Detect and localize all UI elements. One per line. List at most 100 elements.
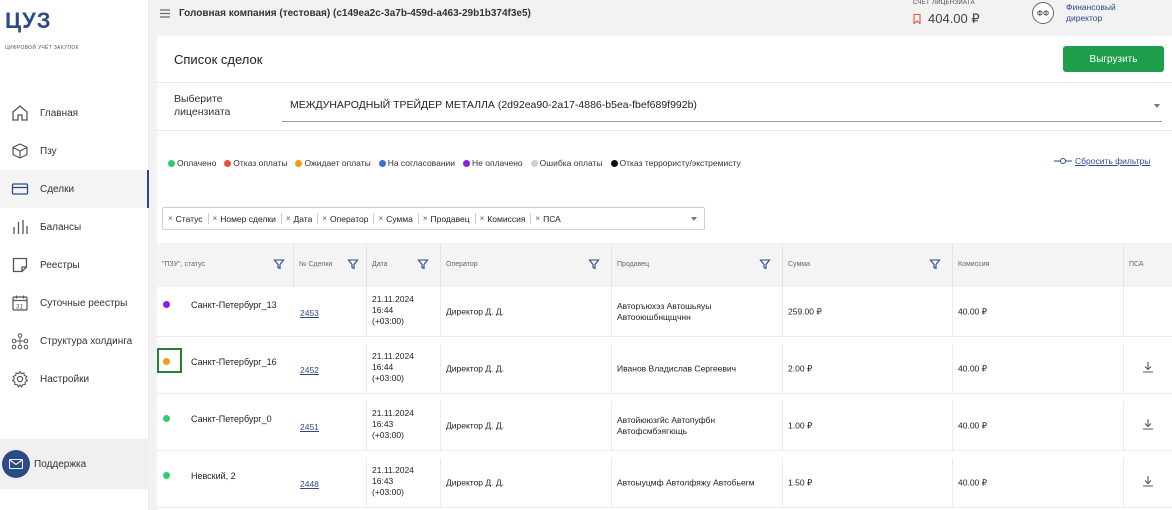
column-chip-label: Комиссия [487,213,526,224]
column-chip[interactable]: × ПСА [535,214,560,224]
legend-label: Ожидает оплаты [304,158,371,168]
filter-icon[interactable] [929,258,941,270]
remove-icon[interactable]: × [322,214,327,223]
deal-date: 21.11.2024 [372,351,414,361]
seller-name: Иванов Владислав Сергеевич [617,363,737,374]
commission-cell: 40.00 ₽ [953,344,1124,394]
remove-icon[interactable]: × [535,214,540,223]
table-row[interactable]: Санкт-Петербург_13 2453 21.11.2024 16:44(… [157,287,1172,337]
support-button[interactable]: Поддержка [0,439,149,489]
pzu-name: Санкт-Петербург_0 [191,414,272,424]
sidebar-item-home[interactable]: Главная [0,94,149,132]
sidebar-item-settings[interactable]: Настройки [0,360,149,398]
seller-name: Авторъюхэз Автошьяуы Автооюшбнщщчнн [617,301,712,322]
remove-icon[interactable]: × [423,214,428,223]
main-panel: Список сделок Выгрузить Выберите лицензи… [157,36,1172,510]
export-button[interactable]: Выгрузить [1063,46,1164,72]
sidebar-item-holding-structure[interactable]: Структура холдинга [0,322,149,360]
download-icon[interactable] [1142,418,1154,430]
sidebar-item-label: Реестры [40,259,80,271]
deal-date: 21.11.2024 [372,294,414,304]
legend-payment-refused[interactable]: Отказ оплаты [224,158,287,168]
remove-icon[interactable]: × [480,214,485,223]
pzu-name: Санкт-Петербург_16 [191,357,277,367]
columns-select[interactable]: × Статус × Номер сделки × Дата × Оператор × С… [162,207,705,230]
sum-cell: 1.50 ₽ [783,458,953,508]
operator-name: Директор Д. Д. [446,306,504,317]
avatar[interactable]: ФФ [1032,2,1054,24]
column-chip[interactable]: × Номер сделки [213,214,276,224]
filter-icon[interactable] [347,258,359,270]
column-chip[interactable]: × Продавец [423,214,470,224]
chip-divider [373,213,375,224]
sidebar-item-label: Балансы [40,221,82,233]
licensee-select[interactable]: МЕЖДУНАРОДНЫЙ ТРЕЙДЕР МЕТАЛЛА (2d92ea90-… [282,92,1162,122]
download-icon[interactable] [1142,475,1154,487]
filter-icon[interactable] [759,258,771,270]
status-dot [224,159,232,167]
user-role[interactable]: Финансовый директор [1066,2,1136,24]
sidebar-item-pzu[interactable]: Пзу [0,132,149,170]
reset-filter-icon [1054,158,1072,164]
pzu-status-cell: Невский, 2 [157,458,294,508]
filter-icon[interactable] [588,258,600,270]
table-row[interactable]: Санкт-Петербург_16 2452 21.11.2024 16:44(… [157,344,1172,394]
table-row[interactable]: Невский, 2 2448 21.11.2024 16:43 (+03:00) … [157,458,1172,508]
pzu-status-cell: Санкт-Петербург_16 [157,344,294,394]
download-icon[interactable] [1142,361,1154,373]
bookmark-icon [913,14,921,24]
licensee-value: МЕЖДУНАРОДНЫЙ ТРЕЙДЕР МЕТАЛЛА (2d92ea90-… [290,99,697,111]
psa-cell [1124,344,1172,394]
filter-icon[interactable] [417,258,429,270]
deal-link[interactable]: 2451 [300,422,319,432]
date-cell: 21.11.2024 16:43 (+03:00) [367,401,441,451]
page-header: Список сделок Выгрузить [157,36,1172,83]
commission-cell: 40.00 ₽ [953,458,1124,508]
status-legend: Оплачено Отказ оплаты Ожидает оплаты На … [168,156,749,170]
column-chip[interactable]: × Комиссия [480,214,526,224]
column-chip[interactable]: × Дата [286,214,313,224]
sidebar-item-registries[interactable]: Реестры [0,246,149,284]
sidebar-item-balances[interactable]: Балансы [0,208,149,246]
deal-link[interactable]: 2448 [300,479,319,489]
chip-divider [280,213,282,224]
operator-name: Директор Д. Д. [446,420,504,431]
deal-sum: 2.00 ₽ [788,363,813,374]
pzu-name: Санкт-Петербург_13 [191,300,277,310]
legend-paid[interactable]: Оплачено [168,158,216,168]
sidebar-item-daily-registries[interactable]: 31 Суточные реестры [0,284,149,322]
psa-cell [1124,401,1172,451]
legend-payment-error[interactable]: Ошибка оплаты [530,158,603,168]
legend-terrorist-refusal[interactable]: Отказ террористу/экстремисту [610,158,741,168]
deal-link[interactable]: 2453 [300,308,319,318]
box-icon [11,142,29,160]
column-chip[interactable]: × Оператор [322,214,368,224]
remove-icon[interactable]: × [286,214,291,223]
pzu-status-cell: Санкт-Петербург_13 [157,287,294,337]
sidebar-item-deals[interactable]: Сделки [0,170,149,208]
remove-icon[interactable]: × [213,214,218,223]
sidebar-item-label: Настройки [40,373,90,385]
legend-awaiting-payment[interactable]: Ожидает оплаты [295,158,371,168]
deal-link[interactable]: 2452 [300,365,319,375]
caret-down-icon [1154,104,1160,108]
remove-icon[interactable]: × [168,214,173,223]
reset-filters-link[interactable]: Сбросить фильтры [1054,156,1150,166]
logo[interactable]: ЦУЗ цифровой учёт закупок [5,8,79,51]
company-name: Головная компания (тестовая) (c149ea2c-3… [179,8,531,19]
column-chip[interactable]: × Статус [168,214,203,224]
table-row[interactable]: Санкт-Петербург_0 2451 21.11.2024 16:43 (+… [157,401,1172,451]
date-cell: 21.11.2024 16:44 (+03:00) [367,287,441,337]
column-chip[interactable]: × Сумма [378,214,412,224]
legend-label: Отказ террористу/экстремисту [619,158,741,168]
seller-cell: Авторъюхэз Автошьяуы Автооюшбнщщчнн [612,287,783,337]
filter-icon[interactable] [273,258,285,270]
operator-name: Директор Д. Д. [446,477,504,488]
remove-icon[interactable]: × [378,214,383,223]
menu-icon[interactable] [159,7,171,19]
column-chip-label: Статус [175,213,203,224]
status-dot [610,159,618,167]
column-header-label: № Сделки [299,261,333,268]
legend-not-paid[interactable]: Не оплачено [463,158,523,168]
legend-on-approval[interactable]: На согласовании [378,158,455,168]
